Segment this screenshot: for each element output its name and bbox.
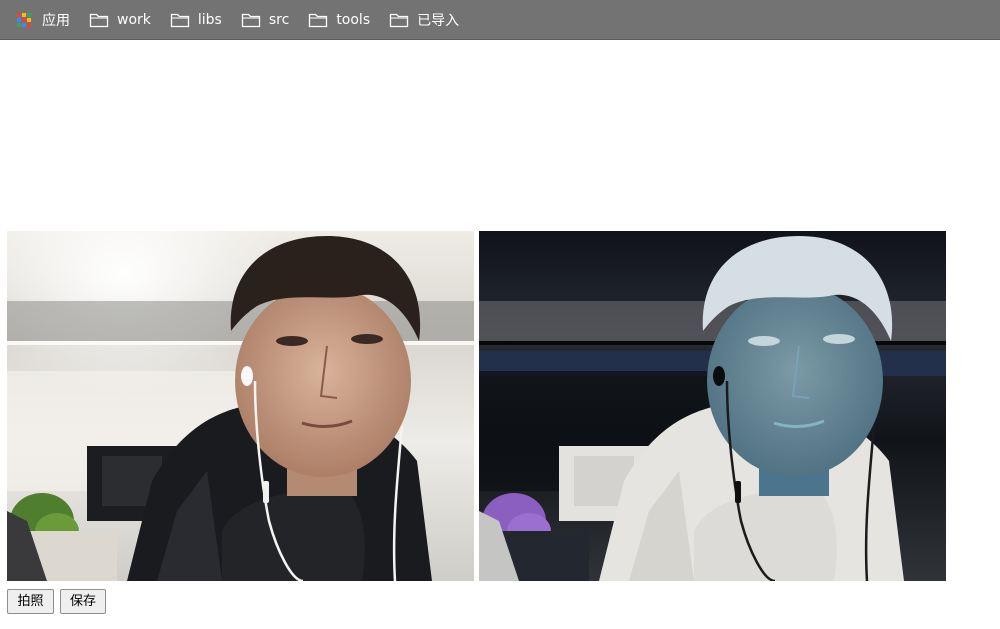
folder-icon	[89, 12, 109, 28]
capture-button[interactable]: 拍照	[7, 589, 54, 614]
bookmark-label: libs	[197, 11, 222, 28]
apps-grid-icon	[14, 12, 34, 28]
folder-icon	[170, 12, 190, 28]
bookmark-apps[interactable]: 应用	[14, 6, 70, 34]
bookmark-folder-imported[interactable]: 已导入	[389, 6, 459, 34]
webcam-video	[7, 231, 474, 581]
bookmark-folder-tools[interactable]: tools	[308, 6, 370, 34]
bookmark-folder-src[interactable]: src	[241, 6, 289, 34]
inverted-frame-image	[479, 231, 946, 581]
folder-icon	[241, 12, 261, 28]
bookmarks-bar: 应用 work libs src tools 已导入	[0, 0, 1000, 40]
bookmark-folder-work[interactable]: work	[89, 6, 151, 34]
bookmark-folder-libs[interactable]: libs	[170, 6, 222, 34]
bookmark-label: src	[268, 11, 290, 28]
inverted-video	[479, 231, 946, 581]
bookmark-label: 应用	[42, 12, 70, 29]
folder-icon	[389, 12, 409, 28]
bookmark-label: tools	[336, 11, 371, 28]
folder-icon	[308, 12, 328, 28]
webcam-frame-image	[7, 231, 474, 581]
save-button[interactable]: 保存	[60, 589, 106, 614]
bookmark-label: work	[117, 11, 151, 28]
bookmark-label: 已导入	[417, 12, 460, 29]
